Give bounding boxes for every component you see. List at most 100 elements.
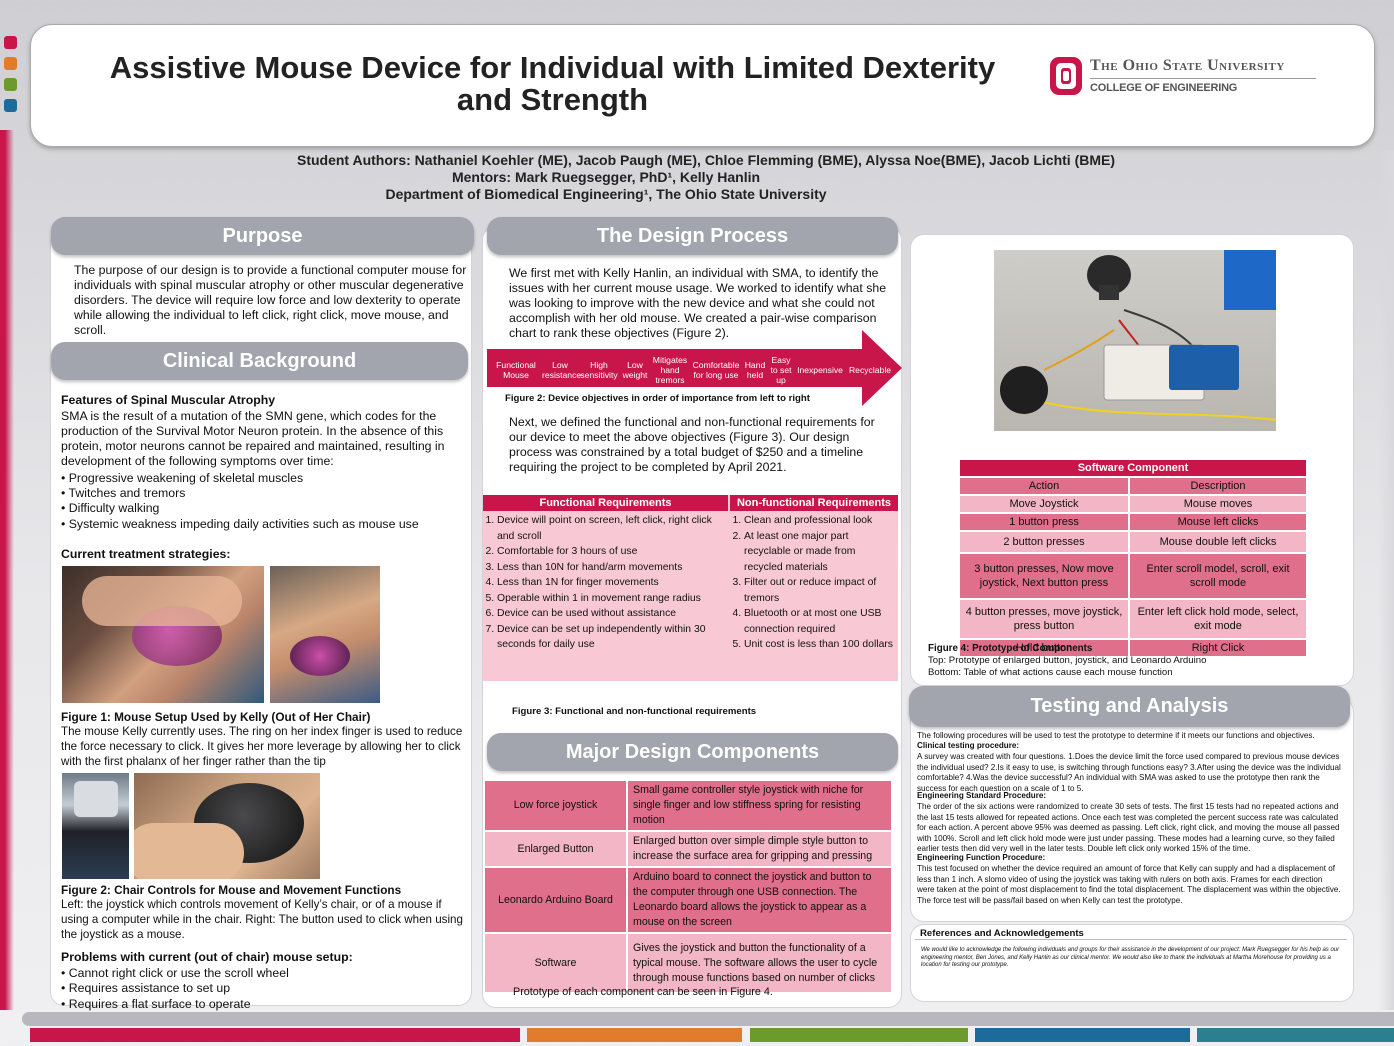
functional-item: Comfortable for 3 hours of use bbox=[497, 544, 726, 560]
component-desc: Gives the joystick and button the functi… bbox=[626, 932, 893, 994]
logo-divider bbox=[1090, 78, 1316, 79]
functional-item: Less than 10N for hand/arm movements bbox=[497, 560, 726, 576]
standard-test-title: Engineering Standard Procedure: bbox=[917, 791, 1047, 800]
osu-logo-icon bbox=[1049, 56, 1083, 96]
component-name: Software bbox=[483, 932, 628, 994]
nonfunctional-list-wrap: Clean and professional look At least one… bbox=[730, 513, 896, 653]
components-note: Prototype of each component can be seen … bbox=[513, 986, 773, 998]
component-name: Enlarged Button bbox=[483, 830, 628, 868]
functional-item: Device can be set up independently withi… bbox=[497, 622, 726, 653]
university-name: The Ohio State University bbox=[1090, 57, 1285, 74]
purpose-text: The purpose of our design is to provide … bbox=[74, 263, 467, 337]
mentors: Mentors: Mark Ruegsegger, PhD¹, Kelly Ha… bbox=[451, 169, 761, 185]
symptom-2: • Twitches and tremors bbox=[61, 486, 186, 500]
click-button-photo bbox=[134, 773, 320, 879]
features-title: Features of Spinal Muscular Atrophy bbox=[61, 393, 276, 407]
footer-stripe-red bbox=[30, 1028, 520, 1042]
software-desc: Enter left click hold mode, select, exit… bbox=[1128, 598, 1308, 640]
software-action: 3 button presses, Now move joystick, Nex… bbox=[958, 552, 1130, 600]
component-row: Leonardo Arduino Board Arduino board to … bbox=[483, 866, 893, 934]
software-desc: Mouse double left clicks bbox=[1128, 530, 1308, 554]
col-action: Action bbox=[958, 476, 1130, 496]
component-row: Software Gives the joystick and button t… bbox=[483, 932, 893, 994]
nonfunctional-item: Bluetooth or at most one USB connection … bbox=[744, 606, 896, 637]
problem-2: • Requires assistance to set up bbox=[61, 981, 231, 995]
software-table: Software Component Action Description Mo… bbox=[958, 458, 1308, 658]
software-desc: Enter scroll model, scroll, exit scroll … bbox=[1128, 552, 1308, 600]
software-action: 1 button press bbox=[958, 512, 1130, 532]
fig2-caption: Figure 2: Chair Controls for Mouse and M… bbox=[61, 883, 402, 897]
references-text: We would like to acknowledge the followi… bbox=[921, 947, 1340, 968]
functional-header: Functional Requirements bbox=[483, 495, 728, 511]
college-name: College of Engineering bbox=[1090, 82, 1238, 94]
nonfunctional-list: Clean and professional look At least one… bbox=[730, 513, 896, 653]
design-next: Next, we defined the functional and non-… bbox=[509, 415, 875, 474]
objective-2: Low resistance bbox=[542, 360, 582, 380]
components-table: Low force joystick Small game controller… bbox=[483, 779, 893, 994]
footer-stripe-green bbox=[750, 1028, 968, 1042]
software-row: 3 button presses, Now move joystick, Nex… bbox=[958, 552, 1308, 600]
design-heading: The Design Process bbox=[487, 217, 898, 255]
problem-1: • Cannot right click or use the scroll w… bbox=[61, 966, 289, 980]
component-desc: Enlarged button over simple dimple style… bbox=[626, 830, 893, 868]
clinical-heading: Clinical Background bbox=[51, 342, 468, 380]
tab-green bbox=[4, 78, 17, 91]
component-row: Enlarged Button Enlarged button over sim… bbox=[483, 830, 893, 868]
poster-title: Assistive Mouse Device for Individual wi… bbox=[109, 50, 996, 117]
component-name: Leonardo Arduino Board bbox=[483, 866, 628, 934]
testing-intro: The following procedures will be used to… bbox=[917, 731, 1315, 740]
testing-heading: Testing and Analysis bbox=[909, 686, 1350, 727]
objective-1: Functional Mouse bbox=[496, 360, 536, 380]
functional-item: Less than 1N for finger movements bbox=[497, 575, 726, 591]
software-header-row: Action Description bbox=[958, 476, 1308, 496]
objective-9: Inexpensive bbox=[797, 365, 843, 375]
software-title: Software Component bbox=[958, 458, 1308, 478]
tab-red bbox=[4, 36, 17, 49]
symptom-1: • Progressive weakening of skeletal musc… bbox=[61, 471, 304, 485]
clinical-test-title: Clinical testing procedure: bbox=[917, 741, 1020, 750]
nonfunctional-item: Unit cost is less than 100 dollars bbox=[744, 637, 896, 653]
software-title-row: Software Component bbox=[958, 458, 1308, 478]
software-action: 4 button presses, move joystick, press b… bbox=[958, 598, 1130, 640]
fig3-caption: Figure 3: Functional and non-functional … bbox=[512, 706, 757, 717]
software-row: 1 button press Mouse left clicks bbox=[958, 512, 1308, 532]
software-row: 2 button presses Mouse double left click… bbox=[958, 530, 1308, 554]
references-divider bbox=[915, 939, 1347, 940]
fig2-text: Left: the joystick which controls moveme… bbox=[61, 898, 463, 941]
standard-test-text: The order of the six actions were random… bbox=[917, 802, 1340, 853]
fig1-text: The mouse Kelly currently uses. The ring… bbox=[61, 725, 463, 768]
nonfunctional-item: At least one major part recyclable or ma… bbox=[744, 529, 896, 576]
fig4-bottom: Bottom: Table of what actions cause each… bbox=[928, 667, 1173, 678]
nonfunctional-item: Filter out or reduce impact of tremors bbox=[744, 575, 896, 606]
ring-finger-photo bbox=[270, 566, 380, 703]
functional-item: Device can be used without assistance bbox=[497, 606, 726, 622]
software-desc: Mouse left clicks bbox=[1128, 512, 1308, 532]
function-test-text: This test focused on whether the device … bbox=[917, 864, 1341, 905]
objective-8: Easy to set up bbox=[770, 355, 792, 385]
objectives-row: Functional Mouse Low resistance High sen… bbox=[490, 350, 891, 390]
software-row: Move Joystick Mouse moves bbox=[958, 494, 1308, 514]
footer-bar bbox=[22, 1012, 1394, 1026]
symptom-4: • Systemic weakness impeding daily activ… bbox=[61, 517, 419, 531]
purpose-heading: Purpose bbox=[51, 217, 474, 255]
student-authors: Student Authors: Nathaniel Koehler (ME),… bbox=[296, 152, 1115, 168]
footer-stripe-orange bbox=[527, 1028, 742, 1042]
component-desc: Arduino board to connect the joystick an… bbox=[626, 866, 893, 934]
features-text: SMA is the result of a mutation of the S… bbox=[61, 409, 445, 468]
objective-3: High sensitivity bbox=[580, 360, 618, 380]
functional-list: Device will point on screen, left click,… bbox=[483, 513, 726, 653]
software-desc: Mouse moves bbox=[1128, 494, 1308, 514]
component-name: Low force joystick bbox=[483, 779, 628, 832]
chair-joystick-photo bbox=[62, 773, 129, 879]
functional-item: Operable within 1 in movement range radi… bbox=[497, 591, 726, 607]
functional-item: Device will point on screen, left click,… bbox=[497, 513, 726, 544]
symptom-3: • Difficulty walking bbox=[61, 501, 160, 515]
nonfunctional-header: Non-functional Requirements bbox=[730, 495, 898, 511]
components-heading: Major Design Components bbox=[487, 733, 898, 771]
fig4-caption: Figure 4: Prototype of Components bbox=[928, 643, 1093, 654]
footer-stripe-blue bbox=[975, 1028, 1190, 1042]
software-action: Move Joystick bbox=[958, 494, 1130, 514]
tab-blue bbox=[4, 99, 17, 112]
nonfunctional-item: Clean and professional look bbox=[744, 513, 896, 529]
requirements-table: Functional Requirements Non-functional R… bbox=[483, 495, 898, 681]
